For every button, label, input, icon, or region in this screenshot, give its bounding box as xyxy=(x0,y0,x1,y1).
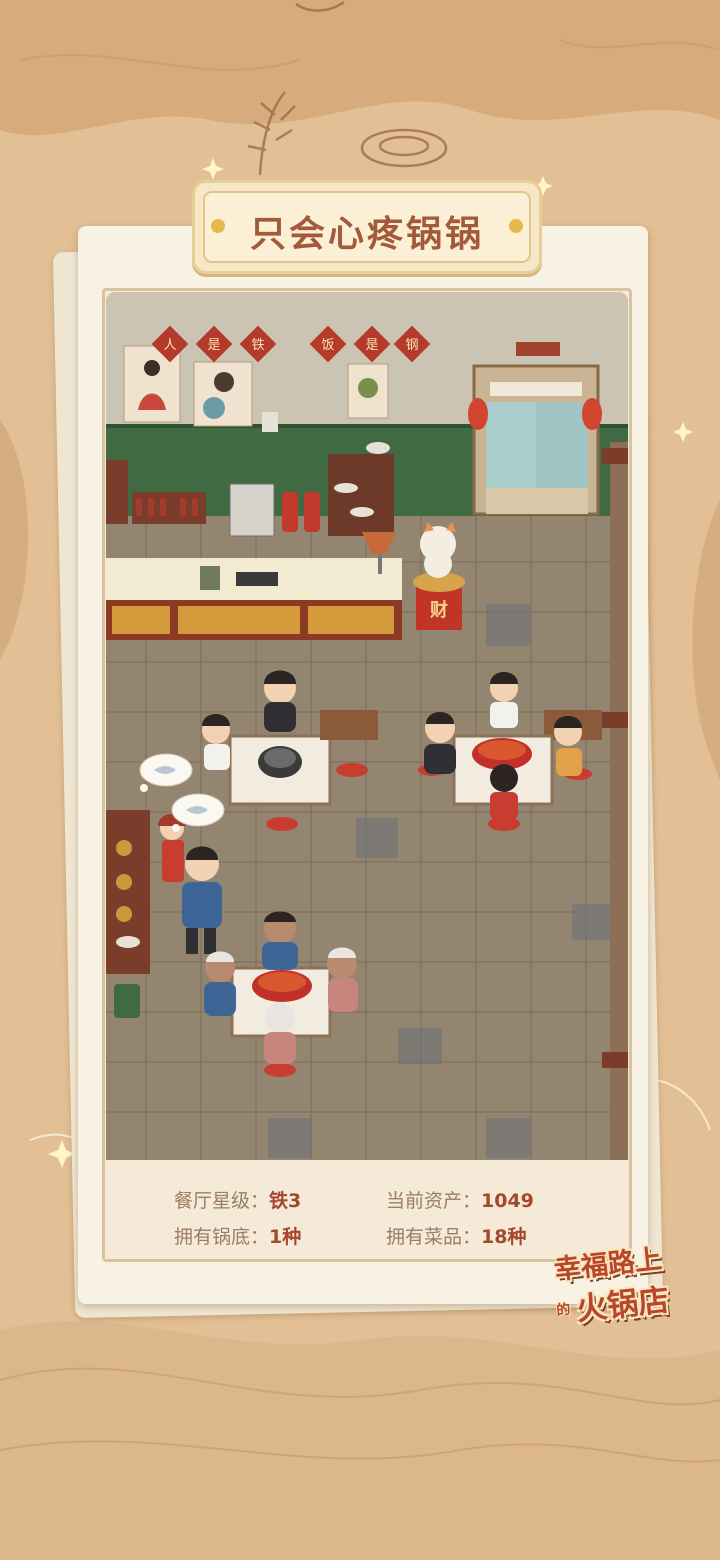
banner-char-5: 是 xyxy=(365,338,379,353)
stat-assets: 当前资产：1049 xyxy=(386,1186,534,1213)
stat-dishes: 拥有菜品：18种 xyxy=(386,1222,526,1249)
banner-char-4: 饭 xyxy=(321,338,335,353)
stat-dishes-label: 拥有菜品： xyxy=(386,1226,482,1248)
stat-star-level-value: 铁3 xyxy=(269,1190,302,1212)
restaurant-stats: 餐厅星级：铁3 当前资产：1049 拥有锅底：1种 拥有菜品：18种 xyxy=(130,1180,600,1260)
restaurant-scene[interactable]: 财 人 是 铁 饭 是 钢 xyxy=(106,292,628,1160)
stat-assets-label: 当前资产： xyxy=(386,1190,482,1212)
stat-dishes-value: 18种 xyxy=(481,1226,527,1248)
stat-soup-bases-value: 1种 xyxy=(269,1226,302,1248)
stat-star-level: 餐厅星级：铁3 xyxy=(174,1186,301,1213)
stat-soup-bases-label: 拥有锅底： xyxy=(174,1226,270,1248)
restaurant-name: 只会心疼锅锅 xyxy=(249,214,484,255)
game-logo: 幸福路上 的 火锅店 xyxy=(544,1227,720,1338)
banner-char-2: 是 xyxy=(207,338,221,353)
restaurant-name-plate: 只会心疼锅锅 xyxy=(192,180,542,274)
stat-soup-bases: 拥有锅底：1种 xyxy=(174,1222,301,1249)
fortune-sign: 财 xyxy=(430,599,448,621)
banner-char-3: 铁 xyxy=(251,338,265,353)
banner-char-1: 人 xyxy=(163,338,177,353)
stat-star-level-label: 餐厅星级： xyxy=(174,1190,270,1212)
restaurant-scene-art: 财 xyxy=(106,292,628,1160)
logo-line2: 火锅店 xyxy=(574,1282,671,1328)
stat-assets-value: 1049 xyxy=(481,1190,534,1212)
banner-char-6: 钢 xyxy=(405,338,419,353)
logo-line2-small: 的 xyxy=(555,1301,572,1319)
